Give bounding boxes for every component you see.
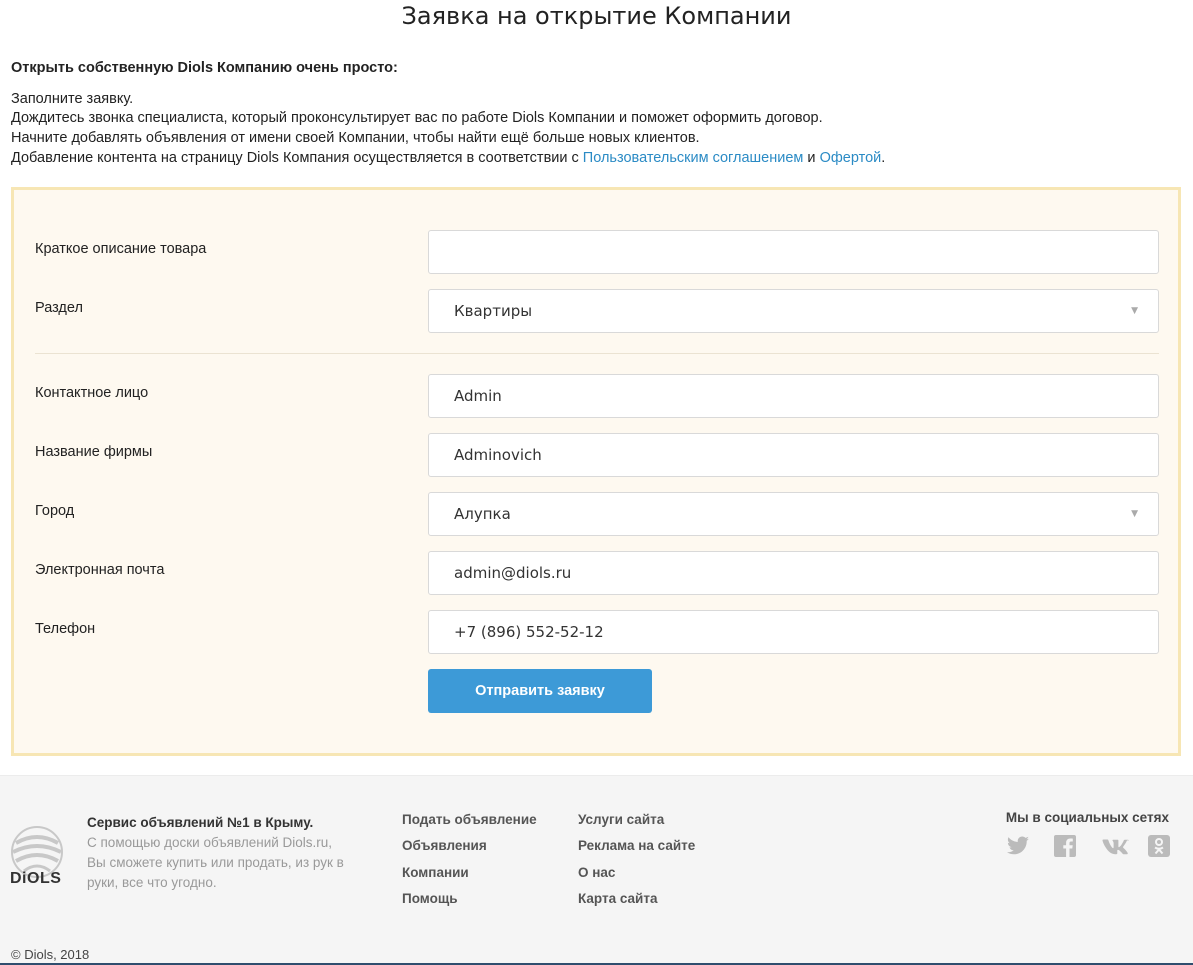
intro-line: Заполните заявку. (11, 90, 134, 107)
page-title: Заявка на открытие Компании (401, 2, 792, 30)
footer-link-help[interactable]: Помощь (402, 891, 537, 917)
footer-about: Сервис объявлений №1 в Крыму. С помощью … (87, 813, 347, 893)
company-request-form: Краткое описание товара Раздел Квартиры … (11, 187, 1181, 756)
description-input[interactable] (428, 230, 1159, 274)
email-label: Электронная почта (35, 562, 165, 578)
city-label: Город (35, 503, 75, 519)
contact-input[interactable]: Admin (428, 374, 1159, 418)
footer-about-title: Сервис объявлений №1 в Крыму. (87, 815, 314, 830)
chevron-down-icon: ▼ (1131, 509, 1138, 519)
city-select[interactable]: Алупка ▼ (428, 492, 1159, 536)
footer-link-ads[interactable]: Объявления (402, 838, 537, 864)
company-name-input[interactable]: Adminovich (428, 433, 1159, 477)
chevron-down-icon: ▼ (1131, 306, 1138, 316)
company-label: Название фирмы (35, 444, 153, 460)
user-agreement-link[interactable]: Пользовательским соглашением (583, 150, 804, 166)
footer-link-about[interactable]: О нас (578, 865, 695, 891)
terms-and: и (803, 149, 820, 166)
terms-dot: . (881, 149, 886, 166)
intro-line-terms: Добавление контента на страницу Diols Ко… (11, 149, 885, 169)
intro-lead: Открыть собственную Diols Компанию очень… (11, 60, 398, 76)
email-input[interactable]: admin@diols.ru (428, 551, 1159, 595)
phone-input[interactable]: +7 (896) 552-52-12 (428, 610, 1159, 654)
intro-line: Начните добавлять объявления от имени св… (11, 130, 700, 147)
form-divider (35, 353, 1159, 354)
footer-about-text: С помощью доски объявлений Diols.ru, Вы … (87, 835, 344, 890)
footer-link-sitemap[interactable]: Карта сайта (578, 891, 695, 917)
section-select[interactable]: Квартиры ▼ (428, 289, 1159, 333)
twitter-icon[interactable] (1006, 834, 1053, 860)
section-label: Раздел (35, 300, 83, 316)
section-select-value: Квартиры (454, 302, 533, 320)
footer-nav-col2: Услуги сайта Реклама на сайте О нас Карт… (578, 812, 695, 917)
copyright: © Diols, 2018 (11, 947, 90, 962)
contact-label: Контактное лицо (35, 385, 149, 401)
offer-link[interactable]: Офертой (820, 150, 882, 166)
vk-icon[interactable] (1100, 834, 1147, 860)
footer: DiOLS Сервис объявлений №1 в Крыму. С по… (0, 775, 1193, 965)
intro-section: Открыть собственную Diols Компанию очень… (11, 59, 885, 169)
phone-label: Телефон (35, 621, 96, 637)
city-select-value: Алупка (454, 505, 511, 523)
footer-nav-col1: Подать объявление Объявления Компании По… (402, 812, 537, 917)
logo-text: DiOLS (10, 870, 62, 887)
submit-button[interactable]: Отправить заявку (428, 669, 652, 713)
footer-link-services[interactable]: Услуги сайта (578, 812, 695, 838)
terms-text: Добавление контента на страницу Diols Ко… (11, 149, 583, 166)
footer-link-companies[interactable]: Компании (402, 865, 537, 891)
odnoklassniki-icon[interactable] (1147, 834, 1193, 860)
description-label: Краткое описание товара (35, 241, 207, 257)
footer-link-advertising[interactable]: Реклама на сайте (578, 838, 695, 864)
social-icons (1006, 834, 1193, 860)
intro-line: Дождитесь звонка специалиста, который пр… (11, 110, 823, 127)
footer-link-post-ad[interactable]: Подать объявление (402, 812, 537, 838)
facebook-icon[interactable] (1053, 834, 1100, 860)
social-title: Мы в социальных сетях (1005, 810, 1169, 825)
